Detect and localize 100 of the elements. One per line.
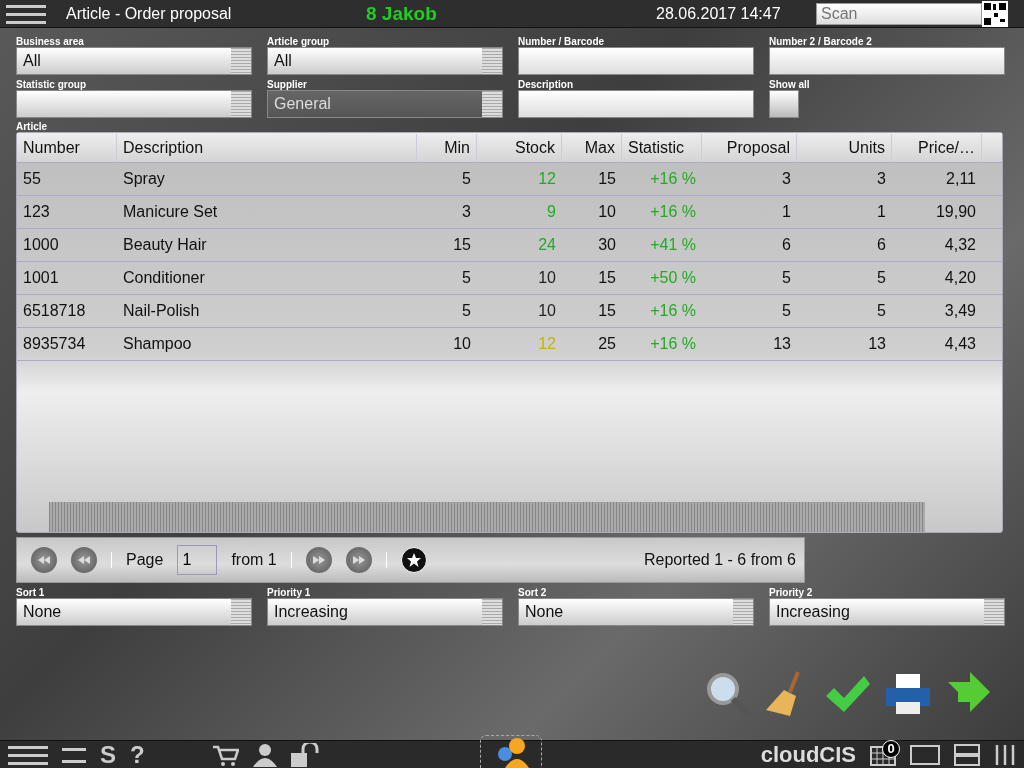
input-field[interactable] xyxy=(769,47,1005,75)
field-label: Priority 2 xyxy=(769,587,814,598)
column-header[interactable]: Units xyxy=(797,133,892,162)
field-label: Business area xyxy=(16,36,85,47)
scrollbar[interactable] xyxy=(49,502,925,532)
table-cell-text: 3 xyxy=(461,203,472,221)
field-label: Statistic group xyxy=(16,79,87,90)
favorite-button[interactable] xyxy=(400,547,427,573)
field-label: Article group xyxy=(267,36,331,47)
table-cell-text: 10 xyxy=(597,203,617,221)
table-cell-text: 9 xyxy=(546,203,557,221)
column-header[interactable]: Description xyxy=(117,133,417,162)
field-label: Number / Barcode xyxy=(518,36,606,47)
user-name: 8 Jakob xyxy=(366,2,438,25)
dropdown[interactable]: Increasing xyxy=(769,598,1005,626)
field-label: Supplier xyxy=(267,79,308,90)
unlocked-padlock-icon[interactable] xyxy=(290,742,321,767)
table-cell-text: 1001 xyxy=(22,269,60,287)
table-cell-text: 3,49 xyxy=(943,302,977,320)
field-label: Sort 1 xyxy=(16,587,46,598)
rewind-icon xyxy=(78,556,90,564)
table-cell-text: 4,20 xyxy=(943,269,977,287)
date-time: 28.06.2017 14:47 xyxy=(656,4,782,23)
page-field[interactable]: 1 xyxy=(177,545,218,575)
split-view-icon[interactable] xyxy=(954,743,980,766)
dropdown[interactable]: Increasing xyxy=(267,598,503,626)
record-count: Reported 1 - 6 from 6 xyxy=(643,551,796,569)
checkbox[interactable] xyxy=(769,90,799,118)
table-cell-text: Conditioner xyxy=(122,269,206,287)
table-cell-text: 6518718 xyxy=(22,302,87,320)
tab-frame[interactable] xyxy=(480,735,542,768)
table-cell-text: 2,11 xyxy=(945,170,977,188)
dropdown[interactable]: None xyxy=(518,598,754,626)
brand-name: cloudCIS xyxy=(760,741,856,768)
table-cell-text: 15 xyxy=(452,236,472,254)
table-cell-text: +16 % xyxy=(649,203,697,221)
table-cell-text: +50 % xyxy=(649,269,697,287)
column-header[interactable]: Min xyxy=(417,133,477,162)
columns-icon[interactable] xyxy=(994,743,1016,766)
column-header[interactable]: Number xyxy=(17,133,117,162)
table-cell-text: 12 xyxy=(537,170,557,188)
table-cell-text: 19,90 xyxy=(934,203,977,221)
table-cell-text: 5 xyxy=(876,269,887,287)
table-cell-text: 5 xyxy=(461,269,472,287)
menu-icon[interactable] xyxy=(6,2,46,25)
next-page-button[interactable] xyxy=(305,547,332,573)
page-label: Page xyxy=(126,551,164,569)
scan-field[interactable]: Scan xyxy=(816,2,982,25)
column-header[interactable]: Statistic xyxy=(622,133,702,162)
last-page-button[interactable] xyxy=(345,547,372,573)
table-cell-text: 5 xyxy=(461,302,472,320)
table-cell-text: 10 xyxy=(452,335,472,353)
input-field[interactable] xyxy=(518,90,754,118)
field-label: Priority 1 xyxy=(267,587,312,598)
table-cell-text: 5 xyxy=(461,170,472,188)
input-field[interactable] xyxy=(518,47,754,75)
qr-code-icon xyxy=(982,0,1008,27)
table-cell-text: 55 xyxy=(22,170,42,188)
previous-page-button[interactable] xyxy=(71,547,97,573)
table-cell-text: 30 xyxy=(597,236,617,254)
help-key[interactable]: ? xyxy=(130,740,145,768)
table-cell-text: 12 xyxy=(537,335,557,353)
table-cell-text: 15 xyxy=(597,170,617,188)
column-header[interactable]: Stock xyxy=(477,133,562,162)
table-cell-text: 13 xyxy=(867,335,887,353)
table-cell-text: 4,43 xyxy=(943,335,977,353)
table-cell-text: 5 xyxy=(781,269,792,287)
table-cell-text: Manicure Set xyxy=(122,203,219,221)
dropdown[interactable]: All xyxy=(16,47,252,75)
menu-icon[interactable] xyxy=(8,743,48,766)
page-count: from 1 xyxy=(231,551,277,569)
column-header[interactable]: Proposal xyxy=(702,133,797,162)
table-cell-text: 6 xyxy=(876,236,887,254)
table-cell-text: 8935734 xyxy=(22,335,87,353)
table-cell-text: 15 xyxy=(597,269,617,287)
column-header[interactable]: Price/… xyxy=(892,133,982,162)
table-cell-text: +16 % xyxy=(649,302,697,320)
table-cell-text: +16 % xyxy=(649,335,697,353)
table-cell-text: Nail-Polish xyxy=(122,302,201,320)
window-icon[interactable] xyxy=(910,743,940,766)
section-label: Article xyxy=(16,121,49,132)
table-cell-text: 4,32 xyxy=(943,236,977,254)
table-cell-text: 15 xyxy=(597,302,617,320)
user-icon[interactable] xyxy=(252,742,277,767)
field-label: Number 2 / Barcode 2 xyxy=(769,36,873,47)
table-cell-text: 10 xyxy=(537,269,557,287)
dropdown[interactable] xyxy=(16,90,252,118)
table-cell-text: 13 xyxy=(772,335,792,353)
table-cell-text: Spray xyxy=(122,170,166,188)
column-header[interactable]: Max xyxy=(562,133,622,162)
field-label: Description xyxy=(518,79,574,90)
s-key[interactable]: S xyxy=(100,740,116,768)
calendar-icon[interactable] xyxy=(870,743,896,766)
dropdown[interactable]: None xyxy=(16,598,252,626)
table-cell-text: 24 xyxy=(537,236,557,254)
window-title: Article - Order proposal xyxy=(66,4,233,23)
table-cell-text: +41 % xyxy=(649,236,697,254)
first-page-button[interactable] xyxy=(31,547,57,573)
table-cell-text: Shampoo xyxy=(122,335,193,353)
dropdown[interactable]: All xyxy=(267,47,503,75)
